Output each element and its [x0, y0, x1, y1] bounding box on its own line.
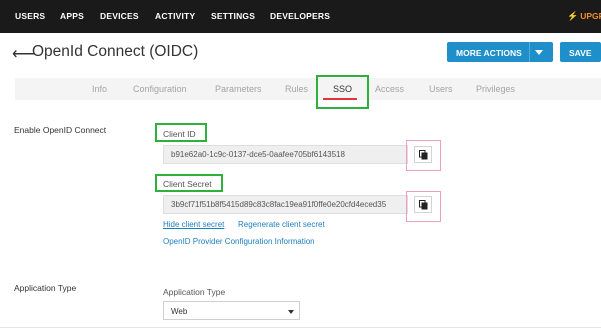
nav-item-apps[interactable]: APPS: [60, 11, 84, 21]
upgrade-link[interactable]: ⚡UPGR: [567, 11, 601, 22]
tab-privileges[interactable]: Privileges: [476, 84, 515, 94]
client-secret-value: 3b9cf71f51b8f5415d89c83c8fac19ea91f0ffe0…: [171, 200, 387, 209]
more-actions-button[interactable]: MORE ACTIONS: [447, 42, 553, 62]
upgrade-icon: ⚡: [567, 11, 579, 21]
client-id-field[interactable]: b91e62a0-1c9c-0137-dce5-0aafee705bf61435…: [163, 145, 408, 164]
save-label: SAVE: [569, 48, 592, 58]
client-secret-highlight: [155, 174, 223, 192]
page-title: OpenId Connect (OIDC): [32, 43, 199, 60]
copy-client-secret-highlight: [406, 191, 441, 222]
nav-item-settings[interactable]: SETTINGS: [211, 11, 255, 21]
upgrade-label: UPGR: [580, 11, 601, 21]
tab-access[interactable]: Access: [375, 84, 404, 94]
nav-item-activity[interactable]: ACTIVITY: [155, 11, 195, 21]
application-type-section-label: Application Type: [14, 283, 77, 293]
copy-client-id-highlight: [406, 140, 441, 171]
client-id-highlight: [155, 123, 207, 142]
tab-users[interactable]: Users: [429, 84, 453, 94]
tab-configuration[interactable]: Configuration: [133, 84, 187, 94]
tab-rules[interactable]: Rules: [285, 84, 308, 94]
regenerate-client-secret-link[interactable]: Regenerate client secret: [238, 220, 325, 229]
sso-tab-highlight: [316, 75, 369, 109]
hide-client-secret-link[interactable]: Hide client secret: [163, 220, 224, 229]
enable-openid-label: Enable OpenID Connect: [14, 125, 107, 135]
top-nav: USERS APPS DEVICES ACTIVITY SETTINGS DEV…: [0, 0, 601, 33]
more-actions-label: MORE ACTIONS: [456, 48, 522, 58]
divider: [0, 327, 601, 328]
tab-info[interactable]: Info: [92, 84, 107, 94]
button-divider: [529, 42, 530, 62]
application-type-value: Web: [171, 307, 188, 316]
chevron-down-icon: [288, 310, 294, 314]
client-secret-field[interactable]: 3b9cf71f51b8f5415d89c83c8fac19ea91f0ffe0…: [163, 195, 408, 214]
nav-item-devices[interactable]: DEVICES: [100, 11, 139, 21]
application-type-select[interactable]: Web: [163, 301, 300, 320]
client-id-value: b91e62a0-1c9c-0137-dce5-0aafee705bf61435…: [171, 150, 345, 159]
chevron-down-icon[interactable]: [535, 50, 543, 55]
nav-item-developers[interactable]: DEVELOPERS: [270, 11, 330, 21]
nav-item-users[interactable]: USERS: [15, 11, 45, 21]
application-type-label: Application Type: [163, 287, 226, 297]
tab-parameters[interactable]: Parameters: [215, 84, 262, 94]
openid-provider-config-link[interactable]: OpenID Provider Configuration Informatio…: [163, 237, 315, 246]
save-button[interactable]: SAVE: [560, 42, 601, 62]
